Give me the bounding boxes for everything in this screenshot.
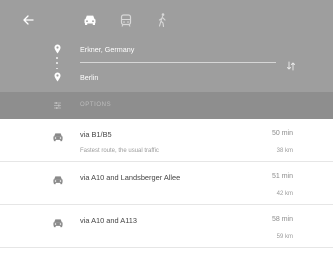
- route-distance: 38 km: [276, 148, 293, 154]
- route-item[interactable]: via A10 and Landsberger Allee 51 min 42 …: [0, 162, 333, 205]
- route-duration: 51 min: [271, 173, 293, 180]
- route-duration: 58 min: [271, 216, 293, 223]
- route-item[interactable]: via A10 and A113 58 min 59 km: [0, 205, 333, 248]
- route-item[interactable]: via B1/B5 Fastest route, the usual traff…: [0, 119, 333, 162]
- route-name: via A10 and A113: [80, 216, 137, 225]
- route-duration: 50 min: [271, 130, 293, 137]
- route-distance: 59 km: [276, 234, 293, 240]
- route-connector: [56, 57, 58, 69]
- field-divider: [80, 62, 276, 63]
- walk-icon: [158, 13, 166, 27]
- swap-vertical-icon: [287, 61, 295, 71]
- mode-transit[interactable]: [116, 10, 136, 30]
- options-bar[interactable]: OPTIONS: [0, 92, 333, 119]
- route-distance: 42 km: [276, 191, 293, 197]
- car-icon: [51, 174, 64, 185]
- swap-button[interactable]: [285, 60, 297, 72]
- mode-walking[interactable]: [152, 10, 172, 30]
- route-name: via A10 and Landsberger Allee: [80, 173, 181, 182]
- car-icon: [51, 131, 64, 142]
- directions-header: Erkner, Germany Berlin: [0, 0, 333, 92]
- car-icon: [51, 217, 64, 228]
- origin-field[interactable]: Erkner, Germany: [80, 45, 134, 54]
- options-label: OPTIONS: [80, 101, 112, 108]
- tune-icon: [52, 100, 62, 110]
- mode-driving[interactable]: [80, 10, 100, 30]
- travel-mode-tabs: [80, 10, 172, 30]
- back-button[interactable]: [19, 11, 37, 29]
- destination-field[interactable]: Berlin: [80, 73, 98, 82]
- transit-icon: [120, 13, 132, 27]
- route-description: Fastest route, the usual traffic: [80, 148, 159, 154]
- car-icon: [84, 15, 96, 25]
- origin-pin-icon: [52, 42, 62, 56]
- route-name: via B1/B5: [80, 130, 112, 139]
- arrow-left-icon: [23, 15, 34, 25]
- destination-pin-icon: [52, 70, 62, 84]
